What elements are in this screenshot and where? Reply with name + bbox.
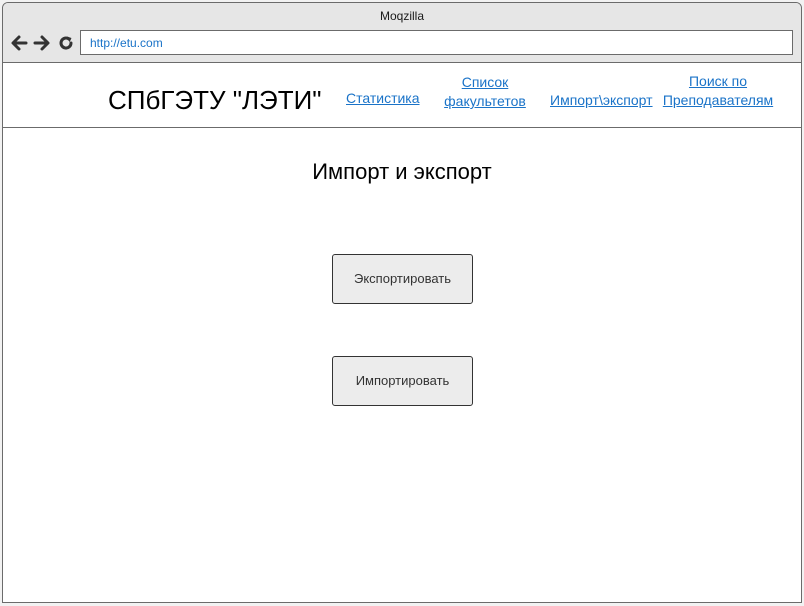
site-title: СПбГЭТУ "ЛЭТИ" — [108, 85, 322, 115]
nav-link-search-line2: Преподавателям — [662, 92, 774, 108]
nav-link-search-line1: Поиск по — [688, 73, 748, 89]
nav-link-import-export[interactable]: Импорт\экспорт — [550, 91, 653, 110]
import-button[interactable]: Импортировать — [332, 356, 473, 406]
nav-link-search-teachers[interactable]: Поиск по Преподавателям — [662, 72, 774, 110]
url-input[interactable] — [80, 30, 793, 55]
browser-window: Moqzilla СПбГЭТУ "ЛЭТИ" Статистика Списо… — [2, 2, 802, 603]
nav-link-statistics[interactable]: Статистика — [346, 89, 420, 108]
export-button[interactable]: Экспортировать — [332, 254, 473, 304]
arrow-right-icon — [33, 35, 50, 51]
browser-chrome: Moqzilla — [3, 3, 801, 63]
reload-button[interactable] — [56, 33, 76, 53]
window-title: Moqzilla — [379, 9, 424, 23]
nav-link-faculties-line1: Список — [461, 74, 509, 90]
nav-link-faculties-line2: факультетов — [444, 93, 526, 109]
site-header: СПбГЭТУ "ЛЭТИ" Статистика Список факульт… — [3, 63, 801, 128]
nav-link-faculties[interactable]: Список факультетов — [444, 73, 526, 111]
arrow-left-icon — [11, 35, 28, 51]
back-button[interactable] — [9, 33, 29, 53]
page-title: Импорт и экспорт — [312, 159, 492, 184]
forward-button[interactable] — [32, 33, 52, 53]
reload-icon — [59, 36, 73, 50]
